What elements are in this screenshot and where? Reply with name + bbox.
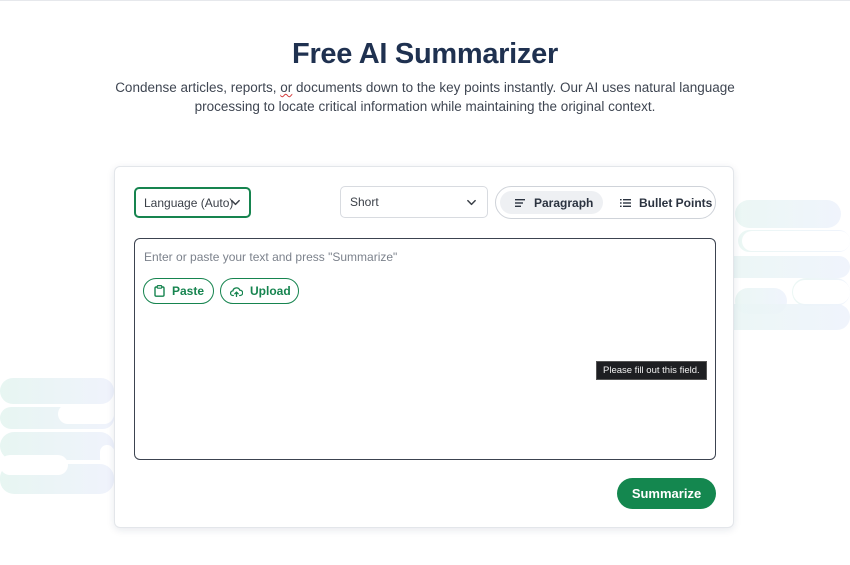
paste-button-label: Paste: [172, 284, 205, 298]
language-dropdown-label: Language (Auto): [144, 195, 234, 210]
language-dropdown[interactable]: Language (Auto): [134, 187, 251, 218]
page-title: Free AI Summarizer: [292, 38, 558, 70]
text-input-area[interactable]: Enter or paste your text and press "Summ…: [134, 238, 716, 460]
summary-length-select[interactable]: Short: [340, 186, 488, 218]
bullet-list-icon: [620, 198, 631, 207]
chevron-down-icon: [467, 199, 476, 206]
bullet-points-mode-button[interactable]: Bullet Points: [615, 191, 713, 214]
paragraph-mode-button[interactable]: Paragraph: [500, 191, 603, 214]
chevron-down-icon: [231, 199, 240, 206]
paste-button[interactable]: Paste: [143, 278, 214, 304]
validation-tooltip: Please fill out this field.: [596, 361, 707, 380]
bullet-points-mode-label: Bullet Points: [639, 195, 713, 210]
clipboard-icon: [154, 285, 165, 297]
cloud-upload-icon: [230, 286, 243, 297]
summarizer-card: Language (Auto) Short Paragraph Bullet P…: [114, 166, 734, 528]
summarize-button[interactable]: Summarize: [617, 478, 716, 509]
upload-button-label: Upload: [250, 284, 291, 298]
paragraph-mode-label: Paragraph: [534, 195, 594, 210]
summary-length-value: Short: [350, 195, 379, 209]
output-mode-toggle: Paragraph Bullet Points: [495, 186, 716, 219]
text-input-placeholder: Enter or paste your text and press "Summ…: [144, 250, 398, 264]
subtitle-spellcheck-word: or: [280, 80, 293, 95]
page-subtitle: Condense articles, reports, or documents…: [110, 78, 740, 116]
paragraph-lines-icon: [515, 198, 525, 207]
upload-button[interactable]: Upload: [220, 278, 299, 304]
top-divider: [0, 0, 850, 1]
subtitle-text-start: Condense articles, reports,: [115, 80, 281, 95]
